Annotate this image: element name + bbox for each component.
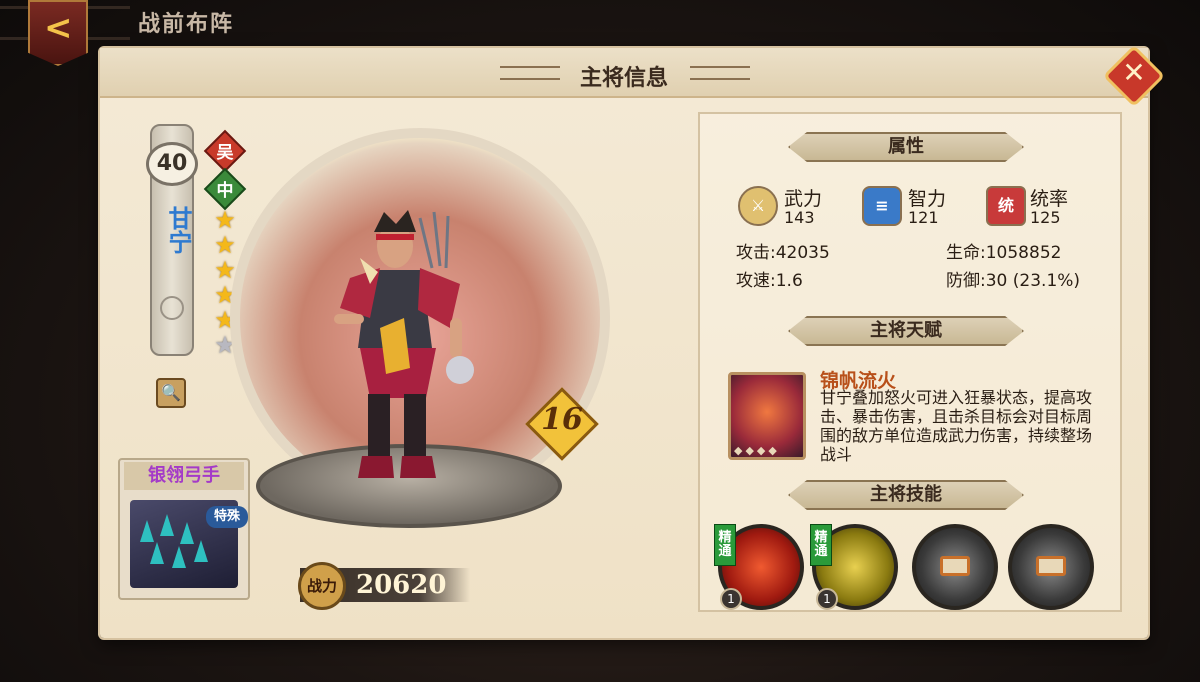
attr-value-force: 143 <box>784 208 815 227</box>
stat-defense-label: 防御: <box>946 271 986 291</box>
stat-hp-label: 生命: <box>946 243 986 263</box>
talent-rank-pips: ◆◆◆◆ <box>734 444 780 457</box>
attr-value-leadership: 125 <box>1030 208 1061 227</box>
stat-hp-value: 1058852 <box>985 243 1062 263</box>
power-value: 20620 <box>356 570 447 600</box>
lock-icon <box>940 556 970 576</box>
stat-hp: 生命:1058852 <box>946 238 1061 263</box>
hero-portrait <box>334 210 474 478</box>
scroll-icon: ≡ <box>862 186 902 226</box>
talent-description: 甘宁叠加怒火可进入狂暴状态，提高攻击、暴击伤害，且击杀目标会对目标周围的敌方单位… <box>820 388 1093 464</box>
skills-header: 主将技能 <box>788 480 1024 510</box>
back-arrow-icon: < <box>44 8 73 48</box>
attr-value-intellect: 121 <box>908 208 939 227</box>
stat-attack-value: 42035 <box>775 243 830 263</box>
lock-icon <box>1036 556 1066 576</box>
attr-name-force: 武力 <box>784 188 823 210</box>
title-ornament-right <box>690 66 750 80</box>
panel-header: 主将信息 <box>100 48 1148 98</box>
mastery-badge-1: 精通 <box>714 524 736 566</box>
banner-icon: 统 <box>986 186 1026 226</box>
power-icon: 战力 <box>298 562 346 610</box>
skill-level-2: 1 <box>816 588 838 610</box>
scroll-emblem-icon <box>160 296 184 320</box>
stat-defense: 防御:30 (23.1%) <box>946 266 1080 291</box>
stat-attack-speed: 攻速:1.6 <box>736 266 803 291</box>
troop-name: 银翎弓手 <box>124 462 244 490</box>
star-level-value: 16 <box>541 402 583 437</box>
stat-attack: 攻击:42035 <box>736 238 830 263</box>
hero-level-badge: 40 <box>146 142 198 186</box>
position-label: 中 <box>216 181 234 201</box>
attr-name-leadership: 统率 <box>1030 188 1069 210</box>
crossed-swords-icon: ⚔ <box>738 186 778 226</box>
top-bar: < 战前布阵 <box>0 0 1200 66</box>
star-filled-icon: ★ <box>214 231 236 259</box>
stat-attack-label: 攻击: <box>736 243 776 263</box>
skill-level-1: 1 <box>720 588 742 610</box>
faction-label: 吴 <box>216 143 234 163</box>
star-filled-icon: ★ <box>214 206 236 234</box>
magnify-icon[interactable]: 🔍 <box>156 378 186 408</box>
attributes-header: 属性 <box>788 132 1024 162</box>
close-icon[interactable]: ✕ <box>1112 56 1156 96</box>
stat-attack-speed-label: 攻速: <box>736 271 776 291</box>
attr-name-intellect: 智力 <box>908 188 947 210</box>
talent-header: 主将天赋 <box>788 316 1024 346</box>
back-button[interactable]: < <box>28 0 88 66</box>
hero-name: 甘宁 <box>164 206 192 254</box>
stat-attack-speed-value: 1.6 <box>775 271 803 291</box>
page-title: 战前布阵 <box>138 12 235 37</box>
stat-defense-value: 30 (23.1%) <box>985 271 1081 291</box>
mastery-badge-2: 精通 <box>810 524 832 566</box>
troop-type-tag: 特殊 <box>206 506 248 528</box>
panel-title: 主将信息 <box>579 66 668 91</box>
